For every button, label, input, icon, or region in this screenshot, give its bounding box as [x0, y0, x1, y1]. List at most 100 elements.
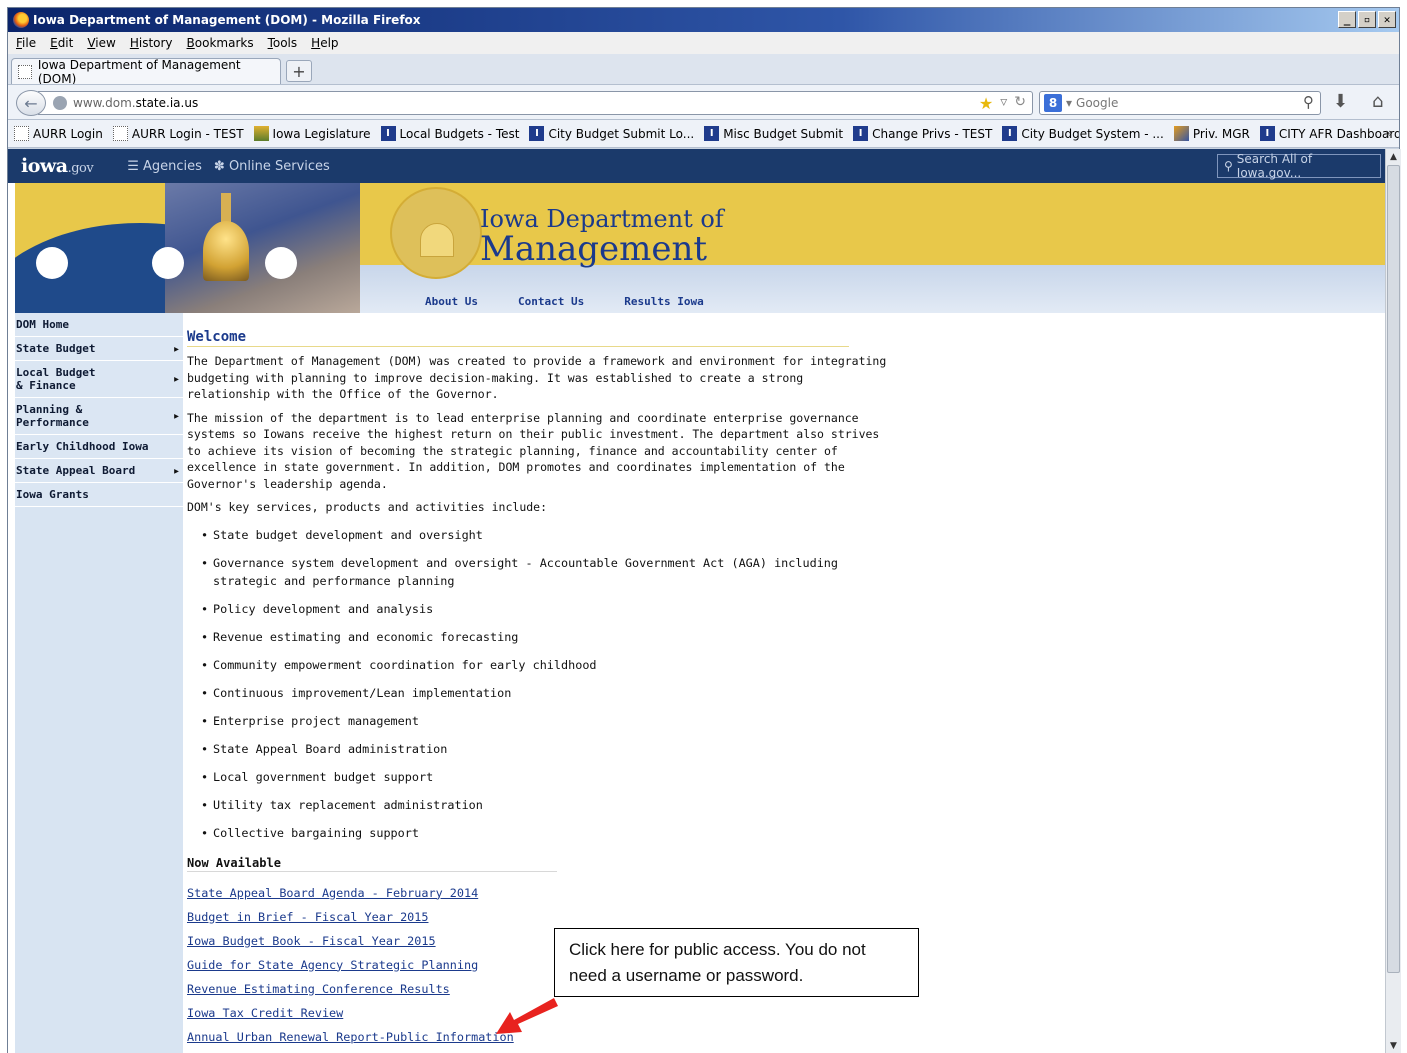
- sidenav-item-2[interactable]: Local Budget & Finance ▶: [15, 361, 183, 398]
- iowa-icon: I: [853, 126, 869, 141]
- red-arrow-icon: [496, 998, 558, 1034]
- menu-history[interactable]: History: [130, 36, 173, 50]
- page-icon: [18, 64, 32, 79]
- sidenav-item-6[interactable]: Iowa Grants: [15, 483, 183, 507]
- online-services-label: Online Services: [228, 158, 330, 174]
- page-icon: [14, 126, 29, 141]
- window-titlebar[interactable]: Iowa Department of Management (DOM) - Mo…: [8, 8, 1399, 32]
- close-button[interactable]: ✕: [1378, 11, 1396, 28]
- header-banner: Iowa Department of Management About Us C…: [15, 183, 1385, 313]
- scroll-down-icon[interactable]: ▼: [1386, 1038, 1401, 1053]
- bookmark-city-afr-dashboard[interactable]: I CITY AFR Dashboard: [1259, 126, 1399, 141]
- agencies-link[interactable]: ☰ Agencies: [127, 159, 202, 174]
- menu-bar: File Edit View History Bookmarks Tools H…: [8, 32, 1399, 54]
- download-icon[interactable]: ⬇: [1333, 91, 1348, 112]
- bookmark-aurr-login[interactable]: AURR Login: [14, 126, 103, 141]
- gov-nav: ☰ Agencies ✽ Online Services: [127, 159, 330, 174]
- gear-icon: ✽: [213, 158, 229, 174]
- tab-strip: Iowa Department of Management (DOM) +: [8, 54, 1399, 86]
- service-list-item: Utility tax replacement administration: [201, 796, 887, 814]
- reload-icon[interactable]: ↻: [1014, 94, 1026, 113]
- iowa-icon: I: [529, 126, 545, 141]
- results-iowa-link[interactable]: Results Iowa: [624, 295, 703, 308]
- services-intro: DOM's key services, products and activit…: [187, 500, 548, 514]
- service-list-item: Revenue estimating and economic forecast…: [201, 628, 887, 646]
- page-title: Welcome: [187, 329, 849, 347]
- bookmark-label: AURR Login - TEST: [131, 126, 244, 141]
- bookmark-label: Misc Budget Submit: [723, 126, 844, 141]
- bookmark-city-budget-system[interactable]: I City Budget System - ...: [1002, 126, 1164, 141]
- now-available-link[interactable]: Budget in Brief - Fiscal Year 2015: [187, 905, 887, 929]
- bookmark-star-icon[interactable]: ★: [979, 94, 993, 113]
- home-icon[interactable]: ⌂: [1372, 91, 1383, 112]
- logo-main: iowa: [21, 155, 68, 177]
- sidenav-item-5[interactable]: State Appeal Board ▶: [15, 459, 183, 483]
- bookmark-priv-mgr[interactable]: Priv. MGR: [1173, 126, 1250, 141]
- iowa-icon: I: [1002, 126, 1018, 141]
- menu-view[interactable]: View: [87, 36, 115, 50]
- sidenav-item-3[interactable]: Planning & Performance ▶: [15, 398, 183, 435]
- bookmarks-overflow-icon[interactable]: »: [1386, 126, 1393, 140]
- about-us-link[interactable]: About Us: [425, 295, 478, 308]
- agencies-label: Agencies: [142, 158, 202, 174]
- browser-window: Iowa Department of Management (DOM) - Mo…: [7, 7, 1401, 1053]
- menu-help[interactable]: Help: [311, 36, 338, 50]
- menu-bookmarks[interactable]: Bookmarks: [187, 36, 254, 50]
- search-engine-icon[interactable]: 8: [1044, 94, 1062, 112]
- bookmark-label: Priv. MGR: [1192, 126, 1250, 141]
- side-navigation: DOM Home State Budget ▶ Local Budget & Fina…: [15, 313, 183, 1053]
- scrollbar-thumb[interactable]: [1387, 165, 1400, 973]
- sidenav-item-label: Local Budget & Finance: [16, 366, 96, 392]
- url-bar[interactable]: www.dom.state.ia.us ★ ▿ ↻: [38, 91, 1033, 115]
- dome-cap: [203, 221, 249, 281]
- sidenav-item-label: Iowa Grants: [16, 488, 89, 501]
- menu-tools[interactable]: Tools: [268, 36, 298, 50]
- new-tab-button[interactable]: +: [286, 60, 312, 82]
- arrow-shape: [496, 998, 558, 1034]
- sidenav-item-1[interactable]: State Budget ▶: [15, 337, 183, 361]
- service-list-item: State Appeal Board administration: [201, 740, 887, 758]
- back-button[interactable]: ←: [16, 90, 46, 116]
- iowa-gov-logo[interactable]: iowa.gov: [21, 155, 94, 177]
- search-engine-dropdown-icon[interactable]: ▾: [1066, 96, 1072, 110]
- banner-title-line2: Management: [480, 229, 708, 269]
- gov-search-input[interactable]: ⚲ Search All of Iowa.gov...: [1217, 152, 1381, 180]
- dropdown-icon[interactable]: ▿: [1000, 94, 1007, 113]
- vertical-scrollbar[interactable]: ▲ ▼: [1385, 149, 1401, 1053]
- service-list-item: Collective bargaining support: [201, 824, 887, 842]
- tab-iowa-dom[interactable]: Iowa Department of Management (DOM): [11, 58, 281, 86]
- search-bar[interactable]: 8 ▾ Google ⚲: [1039, 91, 1321, 115]
- contact-us-link[interactable]: Contact Us: [518, 295, 584, 308]
- maximize-button[interactable]: ▫: [1358, 11, 1376, 28]
- intro-paragraph: The Department of Management (DOM) was c…: [187, 354, 887, 401]
- gov-search-placeholder: Search All of Iowa.gov...: [1236, 152, 1313, 180]
- menu-file[interactable]: File: [16, 36, 36, 50]
- url-host: state.ia.us: [135, 96, 199, 110]
- priv-mgr-icon: [1173, 126, 1189, 141]
- page-icon: [112, 126, 128, 141]
- sidenav-item-4[interactable]: Early Childhood Iowa: [15, 435, 183, 459]
- sidenav-item-label: Planning & Performance: [16, 403, 89, 429]
- now-available-link[interactable]: State Appeal Board Agenda - February 201…: [187, 881, 887, 905]
- capitol-dome-image: [165, 183, 360, 313]
- minimize-button[interactable]: _: [1338, 11, 1356, 28]
- banner-circle: [265, 247, 297, 279]
- bookmark-misc-budget-submit[interactable]: I Misc Budget Submit: [704, 126, 843, 141]
- service-list-item: Community empowerment coordination for e…: [201, 656, 887, 674]
- bookmark-city-budget-submit[interactable]: I City Budget Submit Lo...: [529, 126, 694, 141]
- scroll-up-icon[interactable]: ▲: [1386, 149, 1401, 164]
- iowa-icon: I: [380, 126, 396, 141]
- search-icon[interactable]: ⚲: [1303, 93, 1314, 111]
- logo-suffix: .gov: [67, 161, 94, 176]
- url-bar-icons: ★ ▿ ↻: [979, 94, 1026, 113]
- service-list-item: State budget development and oversight: [201, 526, 887, 544]
- bookmark-iowa-legislature[interactable]: Iowa Legislature: [253, 126, 371, 141]
- mission-paragraph: The mission of the department is to lead…: [187, 410, 880, 491]
- sidenav-item-0[interactable]: DOM Home: [15, 313, 183, 337]
- menu-edit[interactable]: Edit: [50, 36, 73, 50]
- bookmark-local-budgets-test[interactable]: I Local Budgets - Test: [380, 126, 519, 141]
- dom-seal-logo: [390, 187, 482, 279]
- bookmark-change-privs-test[interactable]: I Change Privs - TEST: [853, 126, 992, 141]
- online-services-link[interactable]: ✽ Online Services: [214, 159, 330, 174]
- bookmark-aurr-login-test[interactable]: AURR Login - TEST: [112, 126, 244, 141]
